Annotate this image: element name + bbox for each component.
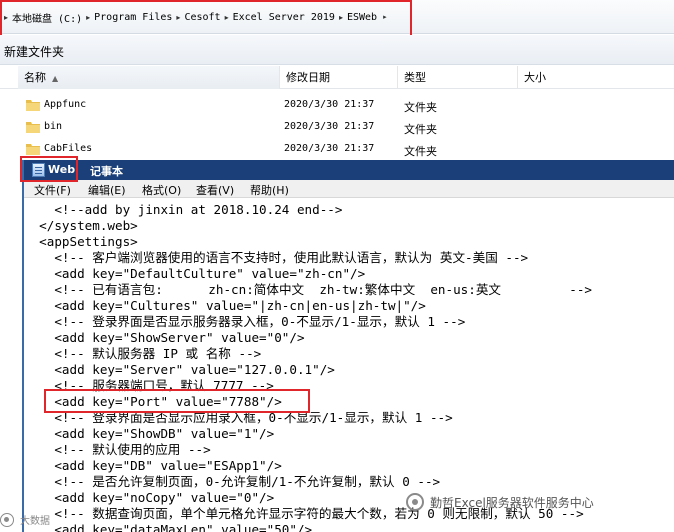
column-header-type[interactable]: 类型 — [398, 66, 518, 89]
file-name: bin — [44, 121, 63, 132]
code-line: <!-- 已有语言包: zh-cn:简体中文 zh-tw:繁体中文 en-us:… — [24, 282, 593, 297]
explorer-window: ▸ 本地磁盘 (C:) ▸ Program Files ▸ Cesoft ▸ E… — [0, 0, 674, 160]
code-line: <!-- 默认使用的应用 --> — [24, 442, 211, 457]
watermark-text: 勤哲Excel服务器软件服务中心 — [430, 495, 594, 510]
file-type: 文件夹 — [404, 145, 437, 158]
column-header-name[interactable]: 名称 ▲ — [18, 66, 280, 89]
sort-up-icon: ▲ — [52, 74, 59, 83]
notepad-titlebar[interactable]: Web 记事本 — [24, 160, 674, 180]
notepad-app-title: 记事本 — [90, 165, 123, 178]
code-line: <add key="noCopy" value="0"/> — [24, 490, 275, 505]
menu-file[interactable]: 文件(F) — [34, 182, 71, 198]
file-type: 文件夹 — [404, 101, 437, 114]
code-line: <add key="ShowServer" value="0"/> — [24, 330, 305, 345]
file-row[interactable]: bin 2020/3/30 21:37 文件夹 — [0, 117, 674, 139]
notepad-window: Web 记事本 文件(F) 编辑(E) 格式(O) 查看(V) 帮助(H) <!… — [22, 160, 674, 532]
code-line: <!-- 客户端浏览器使用的语言不支持时，使用此默认语言，默认为 英文-美国 -… — [24, 250, 529, 265]
folder-icon — [26, 122, 40, 133]
code-line: <!-- 登录界面是否显示服务器录入框，0-不显示/1-显示，默认 1 --> — [24, 314, 466, 329]
address-highlight-box — [0, 0, 412, 40]
code-line: <!--add by jinxin at 2018.10.24 end--> — [24, 202, 343, 217]
code-line: <add key="DB" value="ESApp1"/> — [24, 458, 282, 473]
menu-view[interactable]: 查看(V) — [196, 182, 234, 198]
column-header-date[interactable]: 修改日期 — [280, 66, 398, 89]
menu-format[interactable]: 格式(O) — [142, 182, 181, 198]
code-line: <!-- 默认服务器 IP 或 名称 --> — [24, 346, 262, 361]
notepad-text-area[interactable]: <!--add by jinxin at 2018.10.24 end--> <… — [24, 198, 674, 532]
code-line: <add key="Cultures" value="|zh-cn|en-us|… — [24, 298, 426, 313]
column-headers: 名称 ▲ 修改日期 类型 大小 — [0, 66, 674, 89]
wechat-logo-icon — [406, 493, 424, 511]
file-date: 2020/3/30 21:37 — [284, 143, 375, 154]
file-date: 2020/3/30 21:37 — [284, 99, 375, 110]
watermark-small-text: 大数据 — [20, 516, 50, 527]
code-line: <!-- 是否允许复制页面，0-允许复制/1-不允许复制，默认 0 --> — [24, 474, 441, 489]
code-line: </system.web> — [24, 218, 138, 233]
notepad-menubar: 文件(F) 编辑(E) 格式(O) 查看(V) 帮助(H) — [24, 180, 674, 198]
menu-edit[interactable]: 编辑(E) — [88, 182, 126, 198]
port-line-highlight-box — [44, 389, 310, 413]
file-name: Appfunc — [44, 99, 87, 110]
code-line: <add key="DefaultCulture" value="zh-cn"/… — [24, 266, 366, 281]
folder-icon — [26, 144, 40, 155]
code-line: <add key="ShowDB" value="1"/> — [24, 426, 275, 441]
column-header-size[interactable]: 大小 — [518, 66, 674, 89]
menu-help[interactable]: 帮助(H) — [250, 182, 289, 198]
file-type: 文件夹 — [404, 123, 437, 136]
folder-icon — [26, 100, 40, 111]
code-line: <add key="Server" value="127.0.0.1"/> — [24, 362, 335, 377]
watermark-logo-icon — [0, 512, 14, 527]
explorer-toolbar: 新建文件夹 — [0, 35, 674, 65]
new-folder-button[interactable]: 新建文件夹 — [4, 43, 64, 60]
column-header-name-label: 名称 — [24, 71, 46, 84]
file-row[interactable]: Appfunc 2020/3/30 21:37 文件夹 — [0, 95, 674, 117]
watermark: 勤哲Excel服务器软件服务中心 — [406, 492, 594, 512]
file-name: CabFiles — [44, 143, 93, 154]
notepad-title-highlight-box — [20, 156, 78, 182]
file-date: 2020/3/30 21:37 — [284, 121, 375, 132]
code-line: <add key="dataMaxLen" value="50"/> — [24, 522, 313, 532]
watermark-small: 大数据 — [0, 512, 50, 527]
file-row[interactable]: CabFiles 2020/3/30 21:37 文件夹 — [0, 139, 674, 161]
code-line: <appSettings> — [24, 234, 138, 249]
